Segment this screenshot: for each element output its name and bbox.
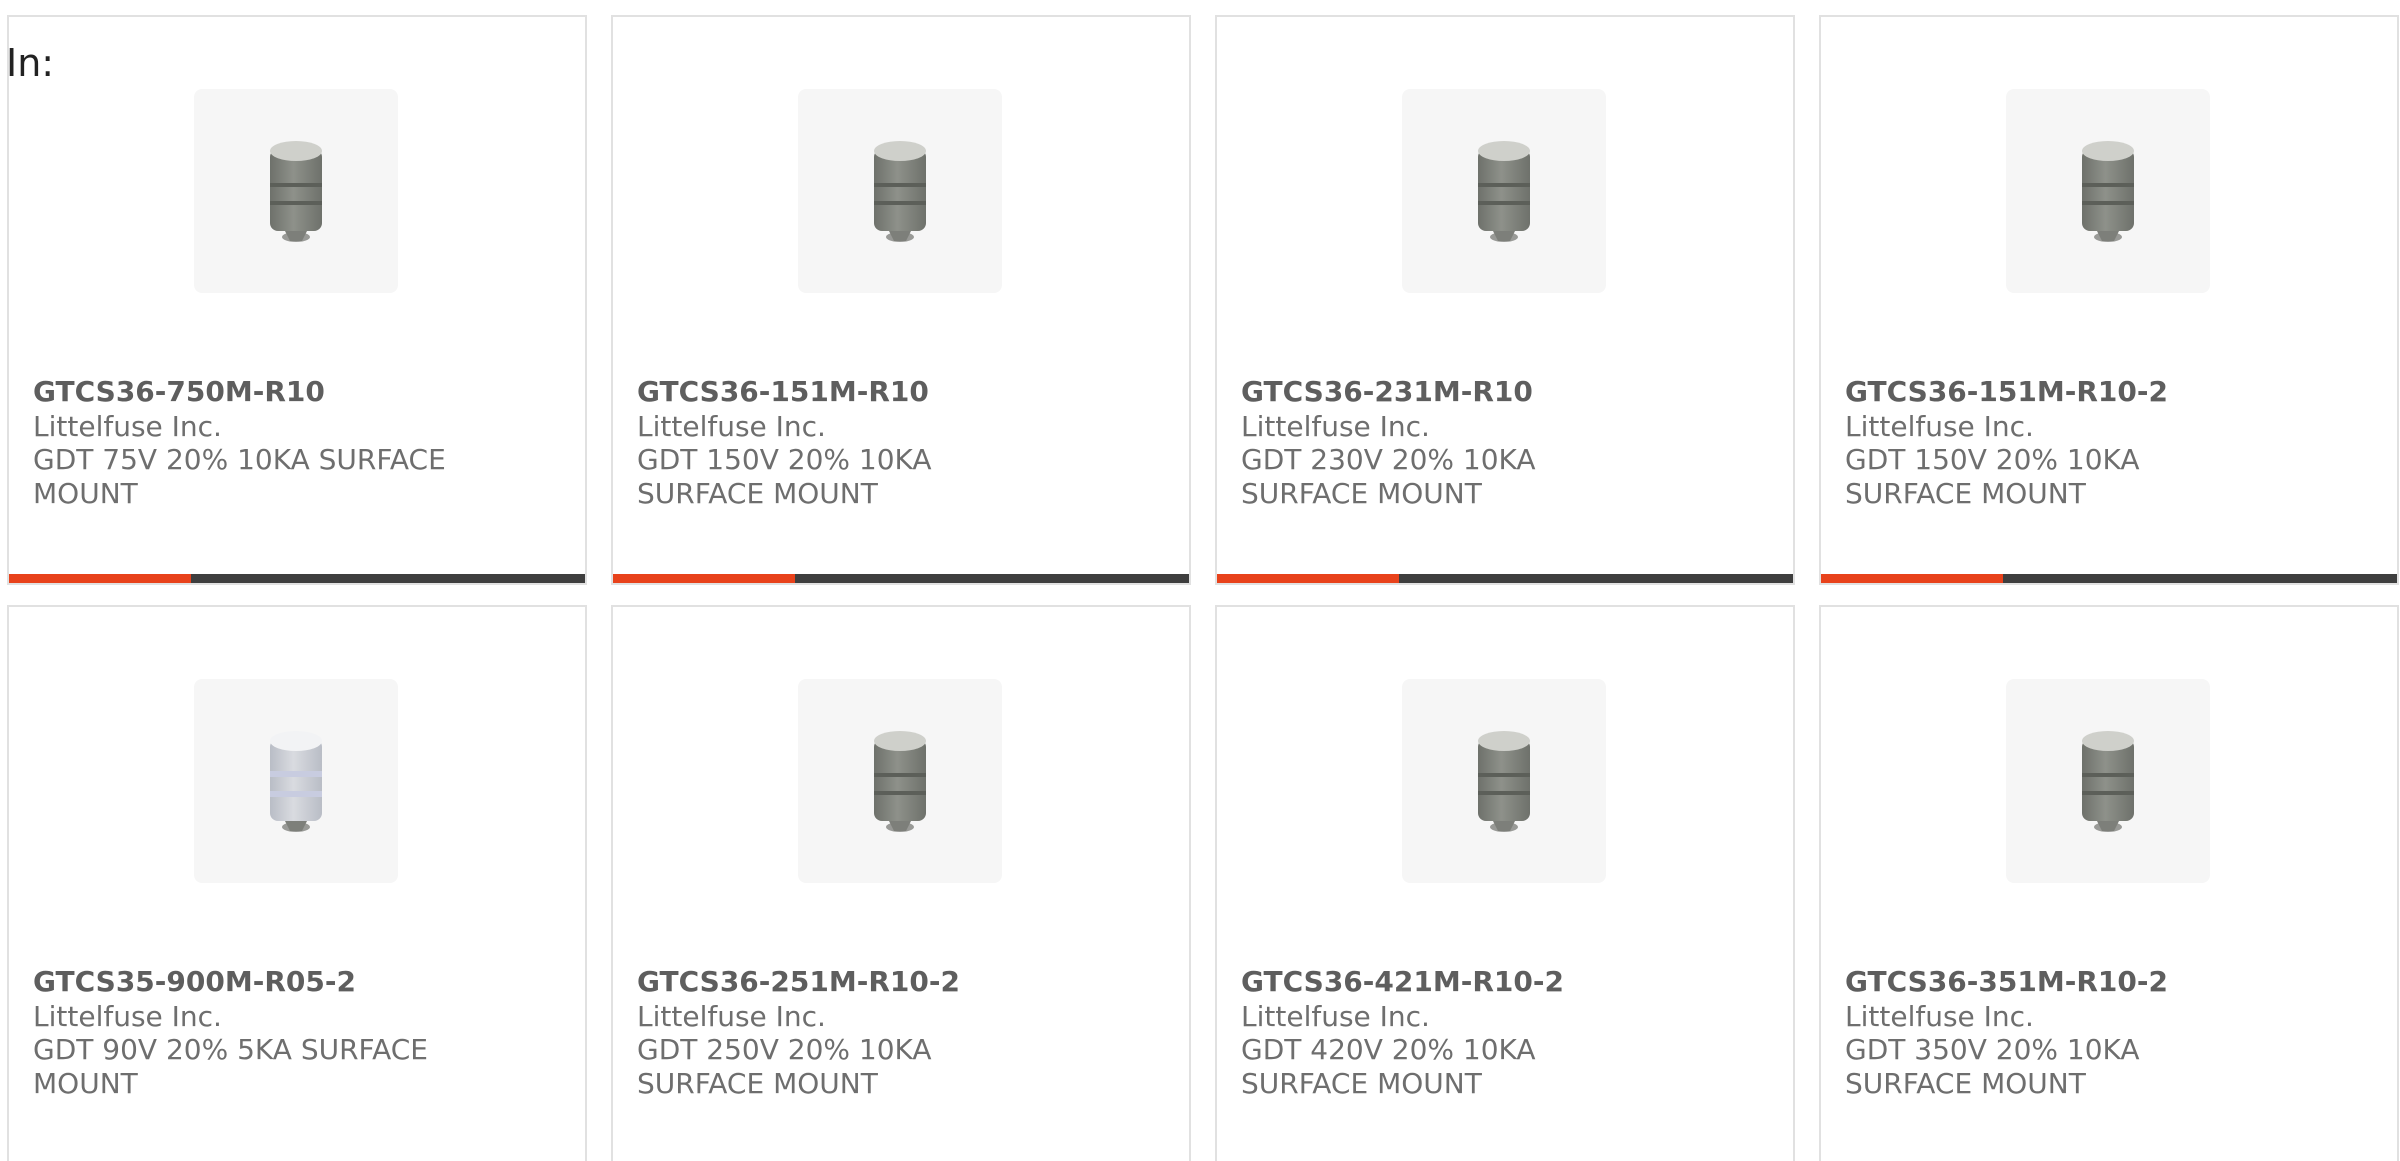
card-progress-bar (9, 574, 585, 583)
product-image (194, 679, 398, 883)
gas-discharge-tube-icon (2082, 141, 2134, 242)
gas-discharge-tube-icon (2082, 731, 2134, 832)
product-image (194, 89, 398, 293)
part-number: GTCS36-251M-R10-2 (637, 965, 960, 998)
manufacturer: Littelfuse Inc. (1241, 1000, 1430, 1033)
gas-discharge-tube-icon (1478, 141, 1530, 242)
product-card[interactable]: GTCS36-351M-R10-2 Littelfuse Inc. GDT 35… (1819, 605, 2399, 1161)
part-number: GTCS36-351M-R10-2 (1845, 965, 2168, 998)
product-card[interactable]: GTCS36-231M-R10 Littelfuse Inc. GDT 230V… (1215, 15, 1795, 585)
product-card[interactable]: GTCS36-151M-R10-2 Littelfuse Inc. GDT 15… (1819, 15, 2399, 585)
manufacturer: Littelfuse Inc. (33, 410, 222, 443)
description: GDT 250V 20% 10KA SURFACE MOUNT (637, 1033, 932, 1100)
product-card[interactable]: GTCS36-750M-R10 Littelfuse Inc. GDT 75V … (7, 15, 587, 585)
product-image (798, 89, 1002, 293)
manufacturer: Littelfuse Inc. (1845, 410, 2034, 443)
description: GDT 350V 20% 10KA SURFACE MOUNT (1845, 1033, 2140, 1100)
description: GDT 75V 20% 10KA SURFACE MOUNT (33, 443, 446, 510)
part-number: GTCS36-151M-R10-2 (1845, 375, 2168, 408)
card-progress-bar (1217, 574, 1793, 583)
card-progress-fill (613, 574, 795, 583)
part-number: GTCS35-900M-R05-2 (33, 965, 356, 998)
card-progress-bar (613, 574, 1189, 583)
product-image (1402, 89, 1606, 293)
product-card[interactable]: GTCS36-421M-R10-2 Littelfuse Inc. GDT 42… (1215, 605, 1795, 1161)
product-image (798, 679, 1002, 883)
product-card[interactable]: GTCS35-900M-R05-2 Littelfuse Inc. GDT 90… (7, 605, 587, 1161)
gas-discharge-tube-icon (874, 141, 926, 242)
manufacturer: Littelfuse Inc. (637, 1000, 826, 1033)
product-image (1402, 679, 1606, 883)
part-number: GTCS36-151M-R10 (637, 375, 929, 408)
manufacturer: Littelfuse Inc. (637, 410, 826, 443)
manufacturer: Littelfuse Inc. (1845, 1000, 2034, 1033)
gas-discharge-tube-icon (270, 141, 322, 242)
card-progress-fill (1217, 574, 1399, 583)
gas-discharge-tube-icon (874, 731, 926, 832)
card-progress-fill (1821, 574, 2003, 583)
product-grid-page: In: GTCS36-750M-R10 Littelfuse Inc. GDT … (0, 0, 2400, 1161)
gas-discharge-tube-white-icon (270, 731, 322, 832)
product-card[interactable]: GTCS36-251M-R10-2 Littelfuse Inc. GDT 25… (611, 605, 1191, 1161)
manufacturer: Littelfuse Inc. (1241, 410, 1430, 443)
product-card[interactable]: GTCS36-151M-R10 Littelfuse Inc. GDT 150V… (611, 15, 1191, 585)
card-progress-bar (1821, 574, 2397, 583)
in-label: In: (6, 41, 55, 85)
description: GDT 230V 20% 10KA SURFACE MOUNT (1241, 443, 1536, 510)
part-number: GTCS36-750M-R10 (33, 375, 325, 408)
gas-discharge-tube-icon (1478, 731, 1530, 832)
card-progress-fill (9, 574, 191, 583)
description: GDT 150V 20% 10KA SURFACE MOUNT (1845, 443, 2140, 510)
part-number: GTCS36-421M-R10-2 (1241, 965, 1564, 998)
description: GDT 420V 20% 10KA SURFACE MOUNT (1241, 1033, 1536, 1100)
description: GDT 150V 20% 10KA SURFACE MOUNT (637, 443, 932, 510)
product-image (2006, 89, 2210, 293)
part-number: GTCS36-231M-R10 (1241, 375, 1533, 408)
manufacturer: Littelfuse Inc. (33, 1000, 222, 1033)
product-image (2006, 679, 2210, 883)
description: GDT 90V 20% 5KA SURFACE MOUNT (33, 1033, 428, 1100)
